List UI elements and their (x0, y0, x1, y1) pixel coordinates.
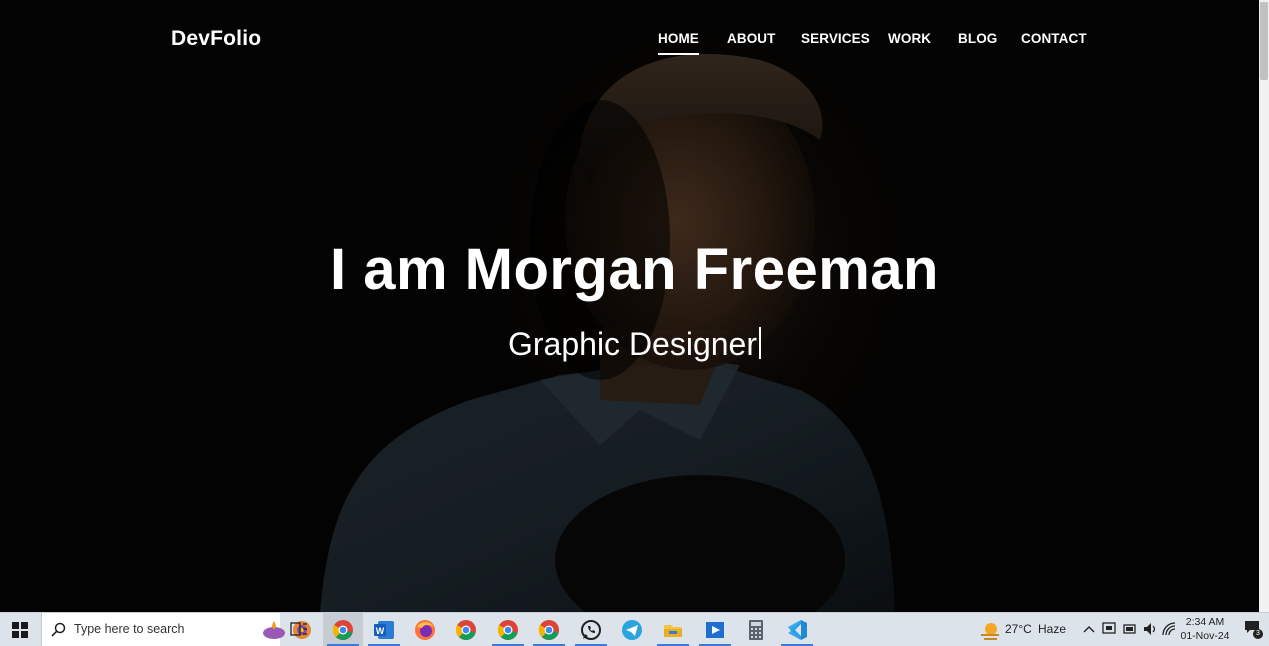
weather-haze-icon[interactable] (979, 619, 1001, 641)
nav-blog[interactable]: BLOG (958, 31, 997, 46)
chrome-icon (538, 619, 559, 640)
taskbar-chrome-3[interactable] (488, 613, 528, 646)
whatsapp-icon (581, 619, 601, 640)
taskbar-media-player[interactable] (695, 613, 735, 646)
word-icon: W (374, 620, 394, 639)
taskbar-file-explorer[interactable] (653, 613, 693, 646)
telegram-icon (622, 619, 642, 640)
chrome-icon (455, 619, 476, 640)
calculator-icon (749, 619, 763, 640)
media-player-icon (706, 621, 724, 638)
taskbar-chrome-1[interactable] (323, 613, 363, 646)
taskbar-word[interactable]: W (364, 613, 404, 646)
taskbar-firefox[interactable] (405, 613, 445, 646)
system-clock[interactable]: 2:34 AM 01-Nov-24 (1178, 615, 1232, 643)
taskbar-whatsapp[interactable] (571, 613, 611, 646)
search-icon (51, 622, 66, 637)
battery-icon[interactable] (1123, 624, 1137, 634)
search-placeholder: Type here to search (74, 622, 185, 636)
taskbar-calculator[interactable] (736, 613, 776, 646)
chevron-up-icon[interactable] (1083, 624, 1095, 634)
notification-badge: 3 (1253, 629, 1263, 639)
windows-taskbar: Type here to search W 27°C Haze 2:34 AM … (0, 612, 1269, 646)
typing-cursor (759, 327, 761, 359)
nav-contact[interactable]: CONTACT (1021, 31, 1087, 46)
weather-condition[interactable]: Haze (1038, 622, 1066, 636)
clock-date: 01-Nov-24 (1180, 630, 1230, 642)
start-button[interactable] (0, 613, 40, 646)
volume-icon[interactable] (1143, 622, 1157, 636)
taskbar-vscode[interactable] (777, 613, 817, 646)
vscode-icon (788, 619, 807, 640)
taskbar-chrome-4[interactable] (529, 613, 569, 646)
weather-temp[interactable]: 27°C (1005, 622, 1032, 636)
display-icon[interactable] (1102, 622, 1116, 636)
hero-section: DevFolio HOME ABOUT SERVICES WORK BLOG C… (0, 0, 1269, 612)
wifi-icon[interactable] (1162, 622, 1176, 636)
hero-background-portrait (0, 0, 1269, 612)
nav-work[interactable]: WORK (888, 31, 931, 46)
page-scrollbar[interactable] (1259, 0, 1269, 612)
chrome-icon (332, 619, 353, 640)
taskbar-search[interactable]: Type here to search (41, 613, 311, 646)
task-view-icon[interactable] (290, 621, 308, 637)
scrollbar-thumb[interactable] (1260, 2, 1268, 80)
chrome-icon (497, 619, 518, 640)
nav-about[interactable]: ABOUT (727, 31, 776, 46)
hero-subline: Graphic Designer (0, 326, 1269, 363)
notification-center[interactable]: 3 (1244, 620, 1263, 640)
firefox-icon (415, 619, 435, 640)
main-nav: HOME ABOUT SERVICES WORK BLOG CONTACT (0, 31, 1269, 61)
hero-headline: I am Morgan Freeman (330, 237, 939, 302)
file-explorer-icon (664, 624, 682, 637)
taskbar-chrome-2[interactable] (446, 613, 486, 646)
hero-typed-role: Graphic Designer (508, 326, 757, 362)
windows-icon (12, 621, 28, 638)
clock-time: 2:34 AM (1185, 616, 1225, 628)
taskbar-telegram[interactable] (612, 613, 652, 646)
svg-text:W: W (376, 626, 385, 636)
nav-home[interactable]: HOME (658, 31, 699, 55)
nav-services[interactable]: SERVICES (801, 31, 870, 46)
